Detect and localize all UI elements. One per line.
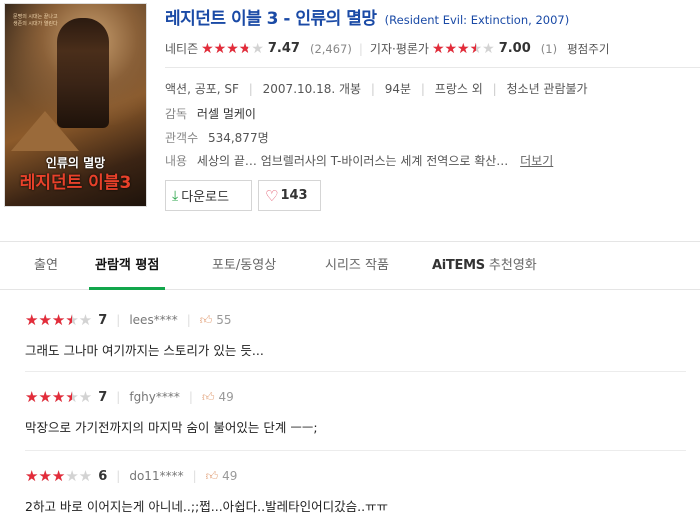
review-score: 6 <box>98 468 108 484</box>
netizen-count: (2,467) <box>309 41 352 56</box>
info-story: 내용 세상의 끝… 엄브렐러사의 T-바이러스는 세계 전역으로 확산… 더보기 <box>165 152 553 169</box>
review-user: do11**** <box>129 469 184 483</box>
download-icon: ⤓ <box>172 187 179 204</box>
director-label: 감독 <box>165 107 188 121</box>
tab-reviews[interactable]: 관람객 평점 <box>89 242 166 290</box>
runtime: 94분 <box>384 82 412 96</box>
download-label: 다운로드 <box>181 190 230 205</box>
critic-count: (1) <box>540 41 558 56</box>
review-likes: 49 <box>222 469 238 483</box>
review-user: fghy**** <box>129 390 180 404</box>
review-text: 2하고 바로 이어지는게 아니네..;;쩝...아쉽다..발레타인어디갔슴..ㅠ… <box>25 499 389 514</box>
review-score: 7 <box>98 312 108 328</box>
review-item: ★★★★★ ★★★★★ 7 | fghy**** | 👍︎ 49 막장으로 가기… <box>25 388 700 436</box>
review-stars-fill: ★★★★★ <box>25 469 66 483</box>
review-text: 막장으로 가기전까지의 마지막 숨이 불어있는 단계 ㅡㅡ; <box>25 420 318 435</box>
country: 프랑스 외 <box>434 82 483 96</box>
review-item: ★★★★★ ★★★★★ 6 | do11**** | 👍︎ 49 2하고 바로 … <box>25 467 700 515</box>
info-basic: 액션, 공포, SF | 2007.10.18. 개봉 | 94분 | 프랑스 … <box>165 82 588 96</box>
rate-link[interactable]: 평점주기 <box>567 41 609 57</box>
critic-label: 기자·평론가 <box>369 42 429 56</box>
story-label: 내용 <box>165 154 188 168</box>
poster-tagline: 문명의 시대는 끝나고 생존의 시대가 열린다 <box>13 14 58 27</box>
review-stars: ★★★★★ ★★★★★ <box>25 311 93 329</box>
movie-title-row: 레지던트 이블 3 - 인류의 멸망 (Resident Evil: Extin… <box>165 4 569 29</box>
heart-icon: ♡ <box>265 186 279 205</box>
director-link[interactable]: 러셀 멀케이 <box>197 107 256 121</box>
aitems-label: 추천영화 <box>484 258 537 273</box>
info-director: 감독 러셀 멀케이 <box>165 105 256 122</box>
story-text: 세상의 끝… 엄브렐러사의 T-바이러스는 세계 전역으로 확산… <box>196 154 509 168</box>
netizen-score: 7.47 <box>267 41 300 56</box>
movie-title[interactable]: 레지던트 이블 3 - 인류의 멸망 <box>165 9 377 29</box>
poster-figure <box>57 18 109 128</box>
tab-aitems[interactable]: AiTEMS 추천영화 <box>432 242 537 290</box>
like-button[interactable]: ♡ 143 <box>258 180 321 211</box>
netizen-stars-fill: ★★★★★ <box>201 41 248 56</box>
audience-label: 관객수 <box>165 131 199 145</box>
netizen-stars: ★★★★★ ★★★★★ <box>201 40 264 57</box>
info-divider <box>165 67 700 68</box>
review-stars: ★★★★★ ★★★★★ <box>25 467 93 485</box>
review-text: 그래도 그나마 여기까지는 스토리가 있는 듯... <box>25 343 264 358</box>
tab-cast[interactable]: 출연 <box>34 242 58 290</box>
release-date: 2007.10.18. 개봉 <box>262 82 362 96</box>
movie-original-title: (Resident Evil: Extinction, 2007) <box>384 13 570 27</box>
review-item: ★★★★★ ★★★★★ 7 | lees**** | 👍︎ 55 그래도 그나마… <box>25 311 700 359</box>
thumbs-up-icon[interactable]: 👍︎ <box>200 313 213 328</box>
story-more-link[interactable]: 더보기 <box>520 154 553 168</box>
review-stars-fill: ★★★★★ <box>25 390 72 404</box>
review-stars-fill: ★★★★★ <box>25 313 72 327</box>
thumbs-up-icon[interactable]: 👍︎ <box>202 390 215 405</box>
thumbs-up-icon[interactable]: 👍︎ <box>206 469 219 484</box>
info-audience: 관객수 534,877명 <box>165 129 269 146</box>
review-user: lees**** <box>129 313 178 327</box>
tab-media[interactable]: 포토/동영상 <box>212 242 276 290</box>
netizen-label: 네티즌 <box>165 42 199 56</box>
age-rating: 청소년 관람불가 <box>506 82 588 96</box>
critic-stars: ★★★★★ ★★★★★ <box>431 40 495 57</box>
poster-title-big: 레지던트 이블3 <box>19 173 132 193</box>
review-likes: 49 <box>218 390 234 404</box>
critic-stars-fill: ★★★★★ <box>431 41 476 56</box>
review-score: 7 <box>98 389 108 405</box>
review-divider <box>25 371 686 372</box>
tab-bar: 출연 관람객 평점 포토/동영상 시리즈 작품 AiTEMS 추천영화 <box>0 242 700 290</box>
aitems-brand: AiTEMS <box>432 258 485 273</box>
critic-score: 7.00 <box>498 41 531 56</box>
tab-series[interactable]: 시리즈 작품 <box>325 242 389 290</box>
score-row: 네티즌 ★★★★★ ★★★★★ 7.47 (2,467) | 기자·평론가 ★★… <box>165 40 609 57</box>
audience-count: 534,877명 <box>207 131 269 145</box>
review-divider <box>25 450 686 451</box>
review-stars: ★★★★★ ★★★★★ <box>25 388 93 406</box>
download-button[interactable]: ⤓ 다운로드 <box>165 180 252 211</box>
movie-poster[interactable]: 문명의 시대는 끝나고 생존의 시대가 열린다 인류의 멸망 레지던트 이블3 <box>4 3 147 207</box>
review-likes: 55 <box>216 313 232 327</box>
genre: 액션, 공포, SF <box>165 82 239 96</box>
like-count: 143 <box>280 188 308 203</box>
divider: | <box>358 41 363 56</box>
